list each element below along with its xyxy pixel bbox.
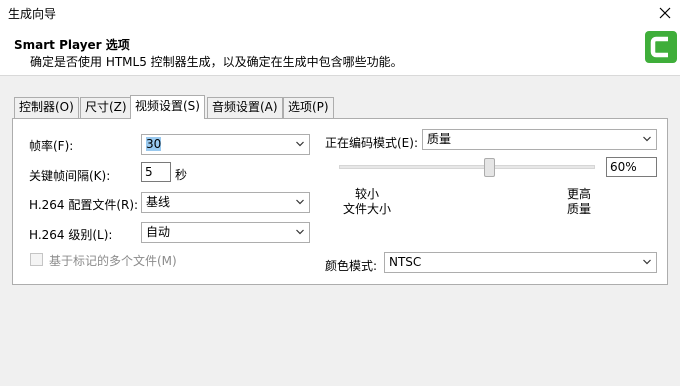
color-mode-combo[interactable]: NTSC — [384, 252, 657, 273]
page-title: Smart Player 选项 — [14, 38, 130, 52]
keyframe-interval-input[interactable]: 5 — [141, 162, 171, 182]
color-mode-value: NTSC — [389, 255, 422, 269]
window-title: 生成向导 — [8, 7, 57, 21]
keyframe-unit: 秒 — [175, 168, 188, 182]
encoding-mode-value: 质量 — [427, 132, 452, 146]
slider-max-line2: 质量 — [566, 202, 591, 216]
h264-level-label: H.264 级别(L): — [29, 228, 113, 242]
frame-rate-value: 30 — [146, 137, 162, 151]
tab-size[interactable]: 尺寸(Z) — [80, 97, 132, 118]
multi-file-checkbox[interactable] — [30, 253, 43, 266]
encoding-mode-combo[interactable]: 质量 — [422, 129, 657, 150]
chevron-down-icon — [296, 141, 304, 147]
page-description: 确定是否使用 HTML5 控制器生成，以及确定在生成中包含哪些功能。 — [30, 55, 403, 69]
chevron-down-icon — [643, 136, 651, 142]
color-mode-label: 颜色模式: — [325, 259, 378, 273]
encoding-mode-label: 正在编码模式(E): — [325, 136, 418, 150]
title-bar — [0, 0, 680, 26]
frame-rate-label: 帧率(F): — [29, 139, 74, 153]
quality-slider-thumb[interactable] — [484, 158, 495, 177]
h264-profile-combo[interactable]: 基线 — [141, 192, 310, 213]
h264-level-combo[interactable]: 自动 — [141, 222, 310, 243]
frame-rate-combo[interactable]: 30 — [141, 134, 310, 155]
c-logo-icon — [650, 36, 668, 58]
tab-audio-settings[interactable]: 音频设置(A) — [207, 97, 283, 118]
tab-options[interactable]: 选项(P) — [283, 97, 334, 118]
close-button[interactable] — [650, 0, 680, 26]
close-icon — [659, 7, 671, 19]
chevron-down-icon — [296, 229, 304, 235]
multi-file-label: 基于标记的多个文件(M) — [49, 254, 177, 268]
chevron-down-icon — [296, 199, 304, 205]
slider-min-line2: 文件大小 — [342, 202, 391, 216]
camtasia-logo — [645, 31, 677, 63]
chevron-down-icon — [643, 259, 651, 265]
quality-slider-track[interactable] — [339, 165, 595, 169]
h264-level-value: 自动 — [146, 225, 171, 239]
h264-profile-label: H.264 配置文件(R): — [29, 198, 139, 212]
h264-profile-value: 基线 — [146, 195, 171, 209]
keyframe-interval-label: 关键帧间隔(K): — [29, 169, 111, 183]
tab-video-settings[interactable]: 视频设置(S) — [130, 95, 205, 119]
tab-controller[interactable]: 控制器(O) — [14, 97, 79, 118]
quality-percent-input[interactable]: 60% — [606, 157, 657, 177]
